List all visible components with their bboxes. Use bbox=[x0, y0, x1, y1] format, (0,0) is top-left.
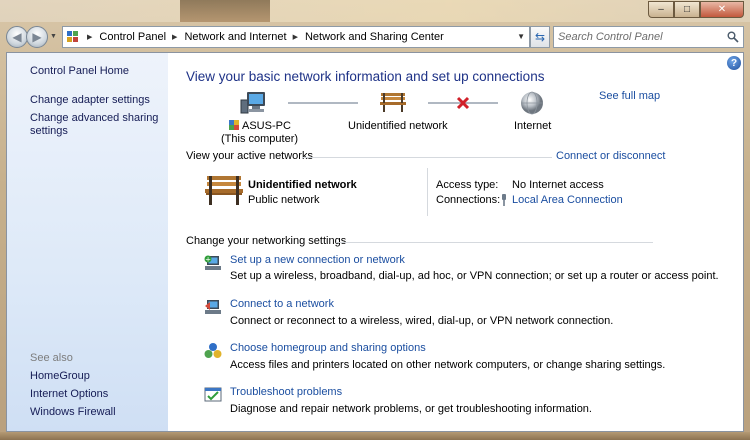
connect-to-network-link[interactable]: Connect to a network bbox=[230, 298, 334, 310]
address-bar[interactable]: ▶ Control Panel ▶ Network and Internet ▶… bbox=[62, 26, 530, 48]
sidebar-change-advanced-sharing-settings[interactable]: Change advanced sharing settings bbox=[30, 112, 160, 138]
see-also-label: See also bbox=[30, 352, 73, 364]
connect-to-network-icon bbox=[205, 300, 221, 314]
map-internet-label: Internet bbox=[514, 120, 552, 132]
breadcrumb-separator-icon[interactable]: ▶ bbox=[87, 33, 92, 41]
control-panel-icon bbox=[67, 31, 81, 43]
homegroup-sharing-desc: Access files and printers located on oth… bbox=[230, 359, 666, 371]
connect-or-disconnect-link[interactable]: Connect or disconnect bbox=[556, 150, 665, 162]
see-full-map-link[interactable]: See full map bbox=[599, 90, 660, 102]
active-network-type[interactable]: Public network bbox=[248, 194, 320, 206]
minimize-icon: – bbox=[658, 4, 664, 15]
sidebar-item-windows-firewall[interactable]: Windows Firewall bbox=[30, 406, 116, 419]
computer-note: (This computer) bbox=[221, 133, 299, 145]
page-title: View your basic network information and … bbox=[186, 69, 545, 84]
computer-icon[interactable] bbox=[239, 90, 267, 116]
homegroup-icon bbox=[204, 343, 222, 358]
refresh-button[interactable]: ⇆ bbox=[530, 26, 550, 48]
homegroup-sharing-link[interactable]: Choose homegroup and sharing options bbox=[230, 342, 426, 354]
back-arrow-icon: ◀ bbox=[12, 30, 22, 44]
access-type-value: No Internet access bbox=[512, 179, 604, 191]
help-icon: ? bbox=[730, 57, 738, 69]
ethernet-icon bbox=[502, 194, 506, 206]
sidebar-change-adapter-settings[interactable]: Change adapter settings bbox=[30, 94, 150, 107]
public-network-bench-icon bbox=[205, 176, 243, 205]
new-connection-icon: + bbox=[204, 255, 221, 270]
breadcrumb-separator-icon[interactable]: ▶ bbox=[172, 33, 177, 41]
close-icon: ✕ bbox=[717, 4, 727, 15]
address-dropdown-icon[interactable]: ▼ bbox=[517, 32, 525, 41]
no-connection-x-icon bbox=[456, 96, 470, 110]
troubleshoot-link[interactable]: Troubleshoot problems bbox=[230, 386, 342, 398]
back-button[interactable]: ◀ bbox=[6, 26, 28, 48]
section-divider bbox=[336, 242, 653, 243]
close-button[interactable]: ✕ bbox=[700, 1, 744, 18]
networking-settings-heading: Change your networking settings bbox=[186, 235, 347, 247]
minimize-button[interactable]: – bbox=[648, 1, 674, 18]
internet-globe-icon[interactable] bbox=[519, 90, 545, 116]
navigation-bar: ◀ ▶ ▼ ▶ Control Panel ▶ Network and Inte… bbox=[6, 25, 744, 49]
refresh-icon: ⇆ bbox=[534, 30, 546, 44]
breadcrumb-network-and-internet[interactable]: Network and Internet bbox=[184, 31, 286, 43]
maximize-icon: □ bbox=[683, 4, 691, 15]
connections-label: Connections: bbox=[436, 194, 501, 206]
forward-button[interactable]: ▶ bbox=[26, 26, 48, 48]
map-network-label: Unidentified network bbox=[348, 120, 448, 132]
main-panel: ? View your basic network information an… bbox=[168, 53, 743, 431]
active-network-name: Unidentified network bbox=[248, 179, 357, 191]
troubleshoot-desc: Diagnose and repair network problems, or… bbox=[230, 403, 592, 415]
background-wallpaper bbox=[180, 0, 270, 22]
search-input[interactable] bbox=[558, 27, 718, 47]
caption-buttons: – □ ✕ bbox=[648, 1, 744, 18]
sidebar-item-homegroup[interactable]: HomeGroup bbox=[30, 370, 90, 383]
bench-icon[interactable] bbox=[379, 91, 407, 113]
map-connection-line bbox=[288, 102, 358, 104]
breadcrumb-control-panel[interactable]: Control Panel bbox=[99, 31, 166, 43]
content-area: Control Panel Home Change adapter settin… bbox=[6, 52, 744, 432]
forward-arrow-icon: ▶ bbox=[32, 30, 42, 44]
troubleshoot-icon bbox=[204, 387, 222, 402]
breadcrumb-network-and-sharing-center[interactable]: Network and Sharing Center bbox=[305, 31, 444, 43]
breadcrumb-separator-icon[interactable]: ▶ bbox=[293, 33, 298, 41]
network-shield-icon bbox=[229, 120, 239, 130]
local-area-connection-link[interactable]: Local Area Connection bbox=[512, 194, 623, 206]
connect-to-network-desc: Connect or reconnect to a wireless, wire… bbox=[230, 315, 614, 327]
sidebar: Control Panel Home Change adapter settin… bbox=[7, 53, 168, 431]
access-type-label: Access type: bbox=[436, 179, 499, 191]
setup-new-connection-link[interactable]: Set up a new connection or network bbox=[230, 254, 405, 266]
section-divider bbox=[302, 157, 552, 158]
sidebar-item-internet-options[interactable]: Internet Options bbox=[30, 388, 108, 401]
setup-new-connection-desc: Set up a wireless, broadband, dial-up, a… bbox=[230, 270, 719, 282]
search-icon[interactable] bbox=[727, 31, 739, 43]
recent-pages-dropdown[interactable]: ▼ bbox=[50, 33, 57, 40]
window-bottom-border bbox=[0, 432, 750, 440]
help-button[interactable]: ? bbox=[727, 56, 741, 70]
search-box[interactable] bbox=[553, 26, 744, 48]
maximize-button[interactable]: □ bbox=[674, 1, 700, 18]
active-networks-heading: View your active networks bbox=[186, 150, 313, 162]
computer-name: ASUS-PC bbox=[242, 120, 291, 132]
svg-text:+: + bbox=[205, 255, 211, 263]
sidebar-control-panel-home[interactable]: Control Panel Home bbox=[30, 65, 129, 78]
vertical-divider bbox=[427, 168, 428, 216]
